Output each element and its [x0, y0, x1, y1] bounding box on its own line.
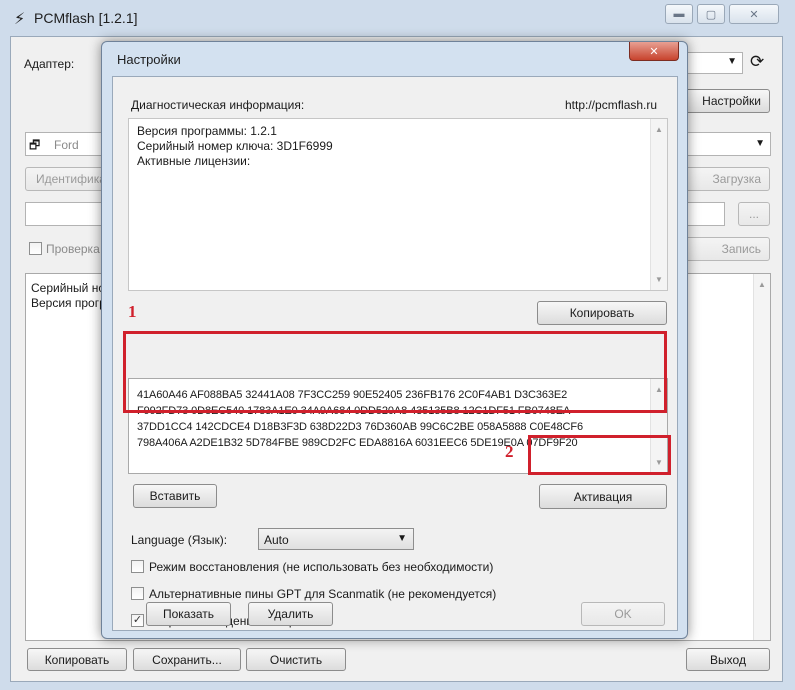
activate-button[interactable]: Активация [539, 484, 667, 509]
ok-button[interactable]: OK [581, 602, 665, 626]
language-value: Auto [264, 533, 289, 547]
log-scrollbar[interactable]: ▲ [753, 274, 770, 640]
license-line: 37DD1CC4 142CDCE4 D18B3F3D 638D22D3 76D3… [137, 421, 584, 433]
checkmark-icon: ✓ [132, 614, 143, 626]
scroll-up-icon[interactable]: ▲ [758, 280, 766, 289]
license-line: 798A406A A2DE1B32 5D784FBE 989CD2FC EDA8… [137, 437, 578, 449]
main-window-title: PCMflash [1.2.1] [34, 10, 138, 26]
annotation-number-1: 1 [128, 302, 137, 321]
site-url: http://pcmflash.ru [565, 98, 658, 112]
diag-scrollbar[interactable]: ▲ ▼ [650, 119, 667, 290]
log-line: Версия прогр [31, 296, 106, 310]
app-logo-icon: ⚡ [14, 11, 26, 28]
diag-line: Серийный номер ключа: 3D1F6999 [137, 139, 333, 153]
vehicle-value: Ford [54, 138, 79, 152]
dialog-title: Настройки [117, 52, 181, 67]
window-icon: 🗗 [29, 138, 41, 152]
close-icon: ✕ [649, 45, 659, 58]
chevron-down-icon: ▼ [397, 533, 407, 544]
language-label: Language (Язык): [131, 533, 228, 547]
save-log-button[interactable]: Сохранить... [133, 648, 241, 671]
alt-pins-label: Альтернативные пины GPT для Scanmatik (н… [149, 587, 497, 601]
maximize-button[interactable]: ▢ [697, 4, 725, 24]
download-button[interactable]: Загрузка [676, 167, 770, 191]
delete-log-button[interactable]: Удалить [248, 602, 333, 626]
diag-line: Версия программы: 1.2.1 [137, 124, 277, 138]
diag-label: Диагностическая информация: [131, 98, 305, 112]
exit-button[interactable]: Выход [686, 648, 770, 671]
chevron-down-icon: ▼ [727, 56, 737, 67]
browse-button[interactable]: ... [738, 202, 770, 226]
log-file-checkbox[interactable]: ✓ [131, 614, 144, 627]
scroll-up-icon[interactable]: ▲ [655, 125, 663, 134]
annotation-box-license [123, 331, 667, 413]
diag-line: Активные лицензии: [137, 154, 251, 168]
settings-button[interactable]: Настройки [676, 89, 770, 113]
write-button[interactable]: Запись [676, 237, 770, 261]
clear-log-button[interactable]: Очистить [246, 648, 346, 671]
minimize-button[interactable]: ▬ [665, 4, 693, 24]
dialog-close-button[interactable]: ✕ [629, 42, 679, 61]
adapter-label: Адаптер: [24, 57, 75, 71]
copy-diag-button[interactable]: Копировать [537, 301, 667, 325]
show-log-button[interactable]: Показать [146, 602, 231, 626]
chevron-down-icon: ▼ [755, 138, 765, 149]
recovery-mode-checkbox[interactable] [131, 560, 144, 573]
language-select[interactable]: Auto ▼ [258, 528, 414, 550]
diagnostic-info-box[interactable]: Версия программы: 1.2.1 Серийный номер к… [128, 118, 668, 291]
paste-button[interactable]: Вставить [133, 484, 217, 508]
refresh-icon[interactable]: ⟳ [750, 52, 764, 72]
annotation-box-activate [528, 435, 671, 475]
alt-pins-checkbox[interactable] [131, 587, 144, 600]
scroll-down-icon[interactable]: ▼ [655, 275, 663, 284]
verify-checkbox-label: Проверка [46, 242, 100, 256]
copy-log-button[interactable]: Копировать [27, 648, 127, 671]
annotation-number-2: 2 [505, 442, 514, 461]
verify-checkbox[interactable] [29, 242, 42, 255]
recovery-mode-label: Режим восстановления (не использовать бе… [149, 560, 494, 574]
log-line: Серийный но [31, 281, 106, 295]
close-window-button[interactable]: ✕ [729, 4, 779, 24]
